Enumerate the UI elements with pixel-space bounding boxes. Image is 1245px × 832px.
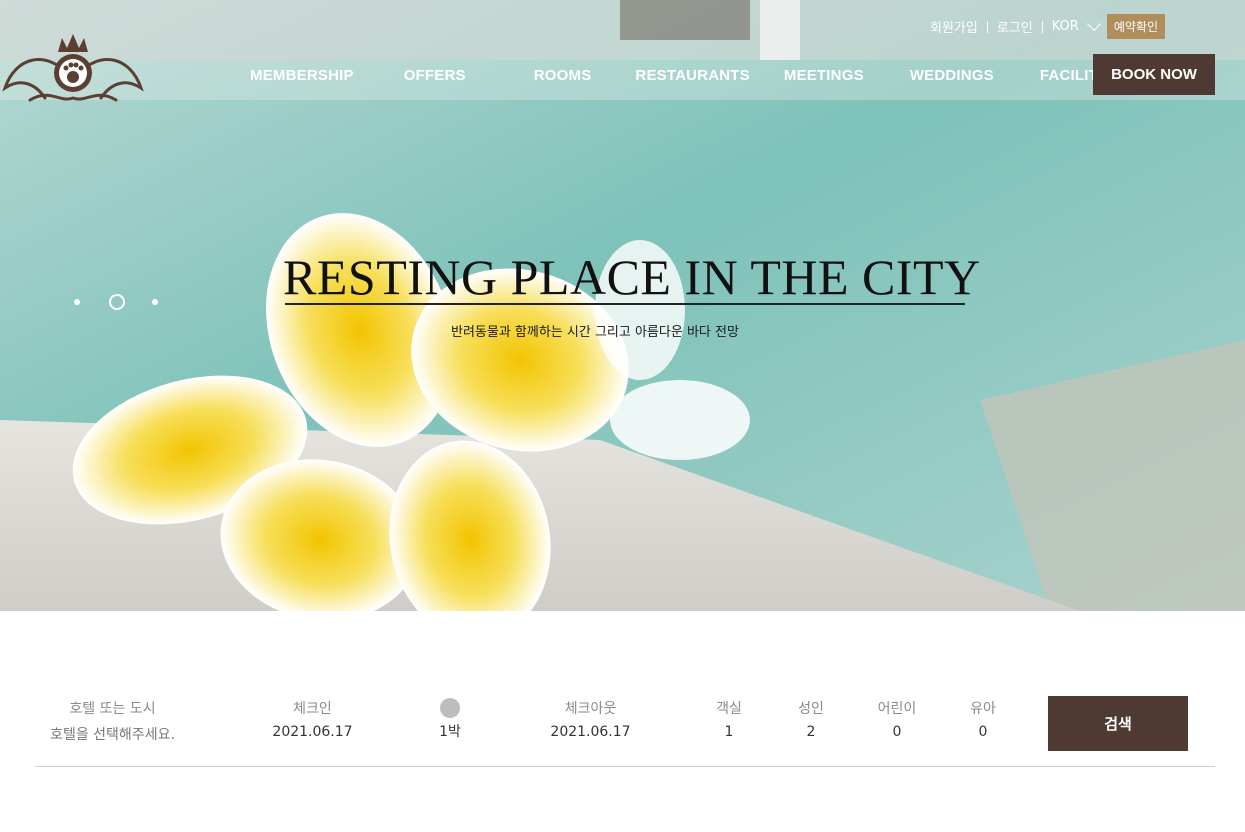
hero-title-underline — [285, 303, 965, 305]
nights-indicator: 1박 — [430, 698, 470, 741]
children-value: 0 — [892, 724, 902, 740]
infants-field[interactable]: 유아 0 — [965, 698, 1001, 740]
divider — [1041, 20, 1043, 33]
children-label: 어린이 — [877, 701, 917, 717]
nav-rooms[interactable]: ROOMS — [534, 67, 592, 84]
nights-value: 1박 — [439, 724, 461, 740]
checkout-label: 체크아웃 — [564, 701, 617, 717]
nav-weddings[interactable]: WEDDINGS — [910, 67, 994, 84]
children-field[interactable]: 어린이 0 — [872, 698, 922, 740]
adults-value: 2 — [806, 724, 816, 740]
nav-membership[interactable]: MEMBERSHIP — [250, 67, 354, 84]
language-label: KOR — [1051, 19, 1079, 34]
book-now-button[interactable]: BOOK NOW — [1093, 54, 1215, 95]
moon-icon — [440, 698, 460, 718]
page: RESTING PLACE IN THE CITY 반려동물과 함께하는 시간 … — [0, 0, 1245, 832]
adults-label: 성인 — [798, 701, 824, 717]
nav-meetings[interactable]: MEETINGS — [784, 67, 864, 84]
slide-dot-3[interactable] — [152, 299, 158, 305]
login-link[interactable]: 로그인 — [997, 17, 1033, 36]
divider — [986, 20, 988, 33]
slide-dot-active[interactable] — [109, 294, 125, 310]
hotel-label: 호텔 또는 도시 — [69, 701, 156, 717]
signup-link[interactable]: 회원가입 — [930, 17, 978, 36]
hero-subtitle: 반려동물과 함께하는 시간 그리고 아름다운 바다 전망 — [451, 325, 739, 340]
slide-dot-1[interactable] — [74, 299, 80, 305]
slide-pagination — [74, 294, 158, 310]
booking-search-bar: 호텔 또는 도시 호텔을 선택해주세요. 체크인 2021.06.17 1박 체… — [35, 690, 1215, 767]
adults-field[interactable]: 성인 2 — [793, 698, 829, 740]
checkin-value: 2021.06.17 — [272, 724, 353, 740]
hero-title: RESTING PLACE IN THE CITY — [283, 249, 981, 305]
rooms-label: 객실 — [716, 701, 742, 717]
reservation-check-button[interactable]: 예약확인 — [1106, 14, 1165, 39]
rooms-value: 1 — [724, 724, 734, 740]
nav-restaurants[interactable]: RESTAURANTS — [635, 67, 749, 84]
checkout-field[interactable]: 체크아웃 2021.06.17 — [543, 698, 638, 740]
utility-links: 회원가입 로그인 KOR 예약확인 — [930, 14, 1165, 39]
infants-value: 0 — [978, 724, 988, 740]
main-nav: MEMBERSHIP OFFERS ROOMS RESTAURANTS MEET… — [232, 54, 1123, 96]
chevron-down-icon — [1086, 16, 1101, 32]
nav-offers[interactable]: OFFERS — [404, 67, 466, 84]
infants-label: 유아 — [970, 701, 996, 717]
checkin-label: 체크인 — [293, 701, 332, 717]
search-button[interactable]: 검색 — [1048, 696, 1188, 751]
crown-logo-icon[interactable] — [0, 28, 146, 108]
language-selector[interactable]: KOR — [1051, 16, 1107, 34]
hotel-placeholder: 호텔을 선택해주세요. — [50, 727, 175, 743]
checkout-value: 2021.06.17 — [550, 724, 631, 740]
rooms-field[interactable]: 객실 1 — [711, 698, 747, 740]
checkin-field[interactable]: 체크인 2021.06.17 — [265, 698, 360, 740]
hotel-select[interactable]: 호텔 또는 도시 호텔을 선택해주세요. — [45, 698, 180, 744]
